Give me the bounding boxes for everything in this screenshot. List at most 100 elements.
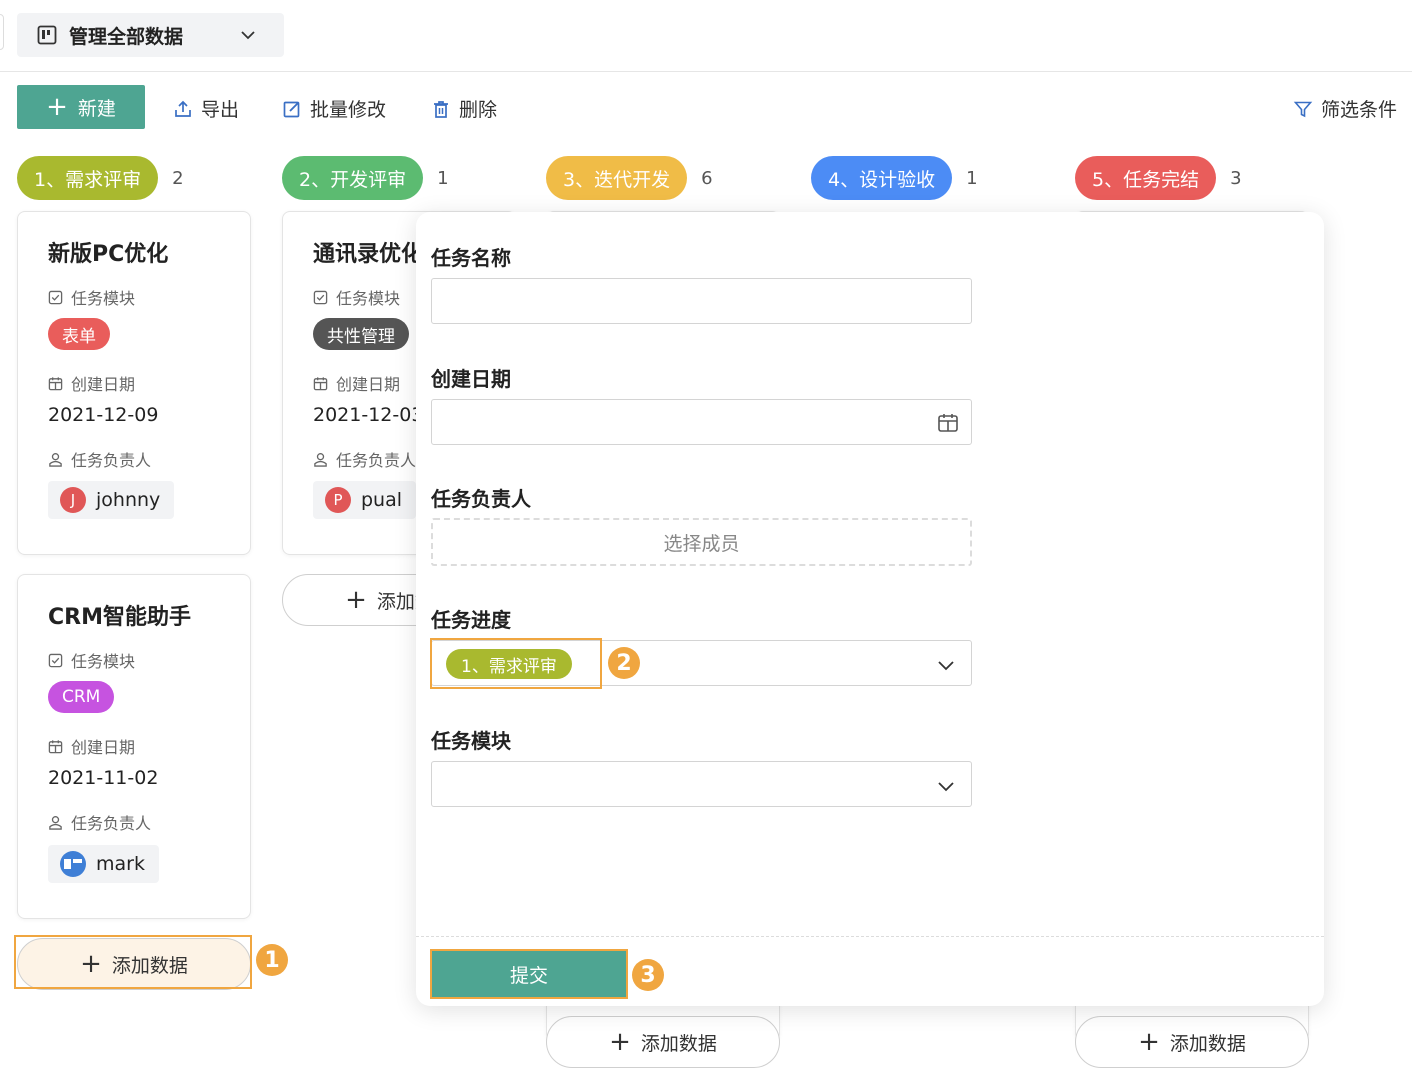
task-module-label: 任务模块 bbox=[431, 729, 511, 753]
owner-name: pual bbox=[361, 489, 403, 511]
owner-field-label: 任务负责人 bbox=[48, 810, 151, 834]
column-count: 6 bbox=[701, 167, 713, 189]
calendar-icon bbox=[48, 739, 63, 753]
kanban-view-icon bbox=[37, 25, 57, 45]
task-module-select[interactable] bbox=[431, 761, 972, 807]
module-field-label: 任务模块 bbox=[313, 285, 400, 309]
date-value: 2021-12-09 bbox=[48, 404, 159, 426]
column-status-pill[interactable]: 4、设计验收 bbox=[811, 156, 953, 200]
column-count: 1 bbox=[437, 167, 449, 189]
column-count: 1 bbox=[966, 167, 978, 189]
step-1-highlight bbox=[14, 935, 252, 989]
select-member-button[interactable]: 选择成员 bbox=[431, 518, 972, 566]
checkbox-icon bbox=[313, 290, 328, 304]
owner-chip[interactable]: P pual bbox=[313, 481, 417, 519]
create-date-label: 创建日期 bbox=[431, 367, 511, 391]
step-3-badge: 3 bbox=[632, 959, 664, 991]
delete-button[interactable]: 删除 bbox=[431, 95, 497, 122]
view-selector-label: 管理全部数据 bbox=[69, 25, 184, 48]
module-tag: 表单 bbox=[48, 318, 110, 350]
owner-chip[interactable]: J johnny bbox=[48, 481, 175, 519]
owner-field-text: 任务负责人 bbox=[71, 451, 152, 470]
view-selector[interactable]: 管理全部数据 bbox=[17, 13, 284, 57]
module-tag: CRM bbox=[48, 681, 115, 713]
column-status-pill[interactable]: 3、迭代开发 bbox=[546, 156, 688, 200]
task-card[interactable]: 新版PC优化 任务模块 表单 创建日期 2021-12-09 任务负责人 J j… bbox=[17, 211, 251, 555]
top-bar: 管理全部数据 bbox=[0, 0, 1412, 72]
new-button-label: 新建 bbox=[77, 97, 116, 120]
add-data-label: 添加数据 bbox=[640, 1032, 717, 1055]
add-data-button[interactable]: + 添加数据 bbox=[1075, 1016, 1309, 1068]
owner-field-label: 任务负责人 bbox=[48, 447, 151, 471]
export-button[interactable]: 导出 bbox=[173, 95, 239, 122]
module-field-text: 任务模块 bbox=[336, 289, 401, 308]
chevron-down-icon bbox=[241, 31, 255, 40]
task-owner-label: 任务负责人 bbox=[431, 487, 531, 511]
company-logo-avatar bbox=[60, 851, 86, 877]
edit-icon bbox=[283, 101, 300, 117]
trash-icon bbox=[434, 100, 448, 118]
chevron-down-icon bbox=[938, 661, 954, 671]
collapsed-panel-edge[interactable] bbox=[0, 14, 4, 50]
upload-icon bbox=[175, 100, 191, 117]
chevron-down-icon bbox=[938, 782, 954, 792]
column-header: 1、需求评审 2 bbox=[17, 156, 184, 200]
plus-icon: + bbox=[46, 92, 68, 122]
batch-edit-button[interactable]: 批量修改 bbox=[282, 95, 386, 122]
owner-name: mark bbox=[96, 853, 145, 875]
filter-button[interactable]: 筛选条件 bbox=[1293, 95, 1397, 122]
plus-icon: + bbox=[1138, 1027, 1160, 1057]
column-status-pill[interactable]: 2、开发评审 bbox=[282, 156, 424, 200]
date-field-text: 创建日期 bbox=[71, 375, 136, 394]
module-field-label: 任务模块 bbox=[48, 285, 135, 309]
add-data-form-panel: 任务名称 创建日期 任务负责人 选择成员 任务进度 1、需求评审 2 任务模块 … bbox=[416, 212, 1324, 1006]
avatar: P bbox=[325, 487, 351, 513]
checkbox-icon bbox=[48, 290, 63, 304]
column-status-pill[interactable]: 5、任务完结 bbox=[1075, 156, 1217, 200]
column-header: 5、任务完结 3 bbox=[1075, 156, 1242, 200]
new-button[interactable]: + 新建 bbox=[17, 85, 145, 129]
toolbar: + 新建 导出 批量修改 删除 筛选条件 bbox=[0, 84, 1412, 130]
task-progress-label: 任务进度 bbox=[431, 608, 511, 632]
logo-icon bbox=[64, 859, 82, 869]
filter-icon bbox=[1293, 101, 1313, 117]
add-data-label: 添加数据 bbox=[1169, 1032, 1246, 1055]
step-3-highlight bbox=[430, 949, 628, 999]
user-icon bbox=[49, 452, 62, 467]
checkbox-icon bbox=[48, 653, 63, 667]
create-date-input[interactable] bbox=[431, 399, 972, 445]
module-field-label: 任务模块 bbox=[48, 648, 135, 672]
column-header: 2、开发评审 1 bbox=[282, 156, 449, 200]
date-field-label: 创建日期 bbox=[313, 371, 400, 395]
calendar-icon[interactable] bbox=[937, 412, 959, 434]
date-field-text: 创建日期 bbox=[71, 738, 136, 757]
owner-field-text: 任务负责人 bbox=[336, 451, 417, 470]
column-status-pill[interactable]: 1、需求评审 bbox=[17, 156, 159, 200]
task-card[interactable]: CRM智能助手 任务模块 CRM 创建日期 2021-11-02 任务负责人 m… bbox=[17, 574, 251, 919]
owner-chip[interactable]: mark bbox=[48, 845, 159, 883]
calendar-icon bbox=[313, 376, 328, 390]
date-field-label: 创建日期 bbox=[48, 734, 135, 758]
owner-field-text: 任务负责人 bbox=[71, 814, 152, 833]
owner-field-label: 任务负责人 bbox=[313, 447, 416, 471]
step-2-highlight bbox=[430, 638, 602, 689]
user-icon bbox=[49, 815, 62, 830]
user-icon bbox=[314, 452, 327, 467]
delete-label: 删除 bbox=[459, 99, 498, 121]
module-field-text: 任务模块 bbox=[71, 652, 136, 671]
column-header: 4、设计验收 1 bbox=[811, 156, 978, 200]
step-1-badge: 1 bbox=[256, 944, 288, 976]
date-value: 2021-12-03 bbox=[313, 404, 424, 426]
avatar: J bbox=[60, 487, 86, 513]
module-field-text: 任务模块 bbox=[71, 289, 136, 308]
task-name-input[interactable] bbox=[431, 278, 972, 324]
date-value: 2021-11-02 bbox=[48, 767, 159, 789]
step-2-badge: 2 bbox=[608, 647, 640, 679]
plus-icon: + bbox=[609, 1027, 631, 1057]
date-field-text: 创建日期 bbox=[336, 375, 401, 394]
task-name-label: 任务名称 bbox=[431, 246, 511, 270]
calendar-icon bbox=[48, 376, 63, 390]
add-data-button[interactable]: + 添加数据 bbox=[546, 1016, 780, 1068]
filter-label: 筛选条件 bbox=[1321, 99, 1398, 121]
card-title: CRM智能助手 bbox=[48, 605, 191, 630]
